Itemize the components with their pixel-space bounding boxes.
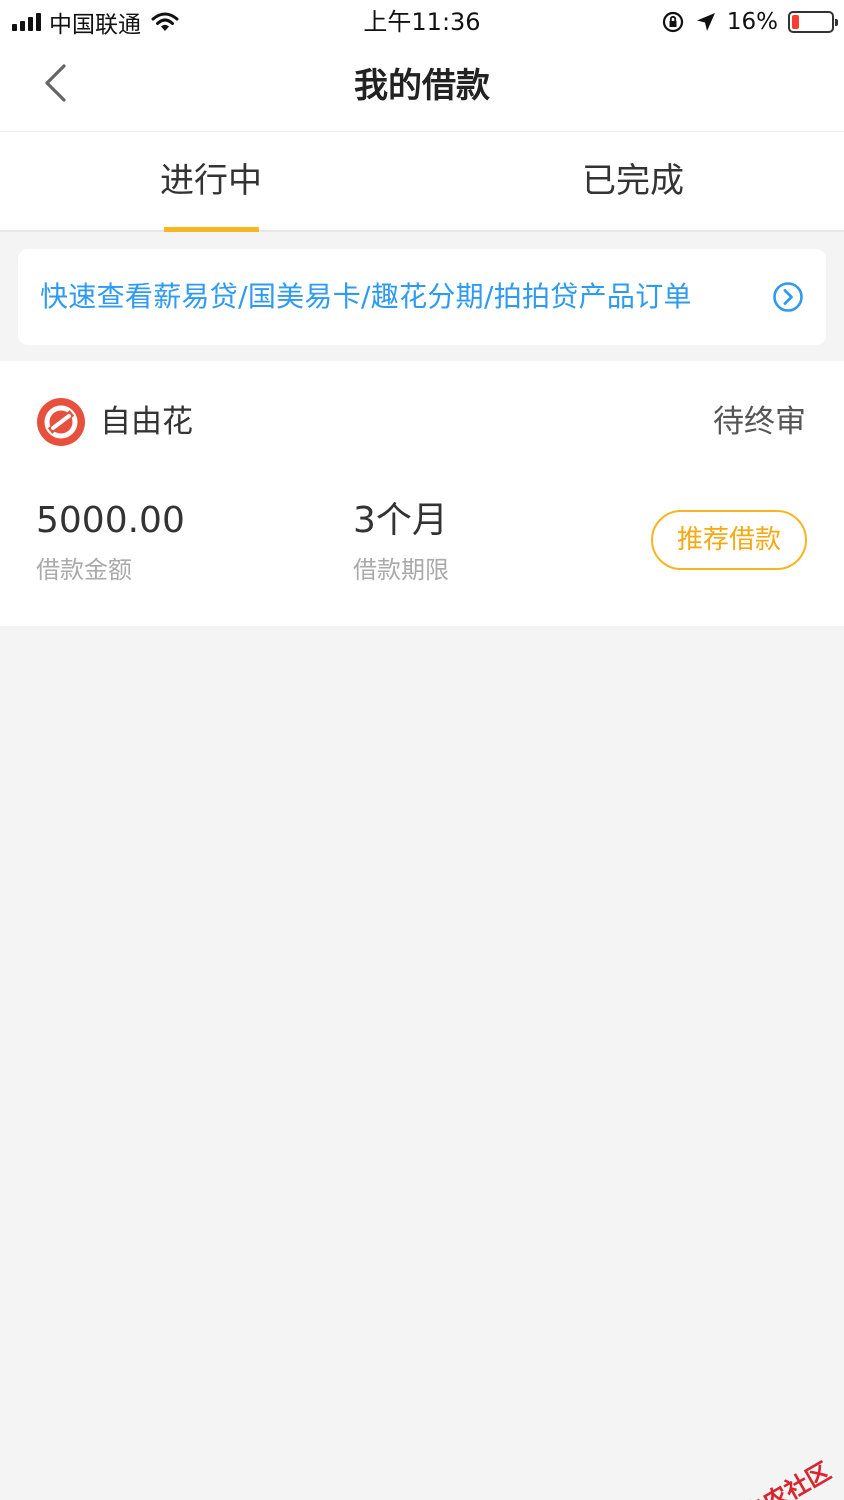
tab-bar: 进行中 已完成 [0,132,844,232]
status-bar: 中国联通 上午11:36 16% [0,0,844,44]
product-logo-icon [37,398,85,446]
battery-icon [788,11,838,33]
loan-term-value: 3个月 [353,500,448,541]
banner-text: 快速查看薪易贷/国美易卡/趣花分期/拍拍贷产品订单 [40,280,692,313]
product-name: 自由花 [100,404,193,440]
page-title: 我的借款 [354,66,490,106]
active-tab-indicator [164,227,259,232]
location-arrow-icon [696,13,715,31]
recommend-loan-button[interactable]: 推荐借款 [651,510,807,570]
tab-in-progress[interactable]: 进行中 [0,132,422,232]
loan-status: 待终审 [713,404,806,440]
watermark-text: 卡农社区 [738,1456,836,1500]
watermark: 卡农社区 [711,1452,836,1500]
rotation-lock-icon [662,11,683,33]
status-right: 16% [661,6,838,38]
tab-completed[interactable]: 已完成 [422,132,844,232]
loan-term-label: 借款期限 [353,556,449,584]
loan-amount-value: 5000.00 [36,500,185,541]
circle-chevron-right-icon [773,282,803,312]
nav-bar: 我的借款 [0,44,844,132]
loan-amount-label: 借款金额 [36,556,132,584]
quick-view-banner[interactable]: 快速查看薪易贷/国美易卡/趣花分期/拍拍贷产品订单 [18,249,826,345]
loan-card[interactable]: 自由花 待终审 5000.00 借款金额 3个月 借款期限 推荐借款 [0,361,844,626]
page: 中国联通 上午11:36 16% 我的借款 进行中 已完成 快速查看薪易贷/国美… [0,0,844,1500]
battery-percent: 16% [726,9,778,35]
